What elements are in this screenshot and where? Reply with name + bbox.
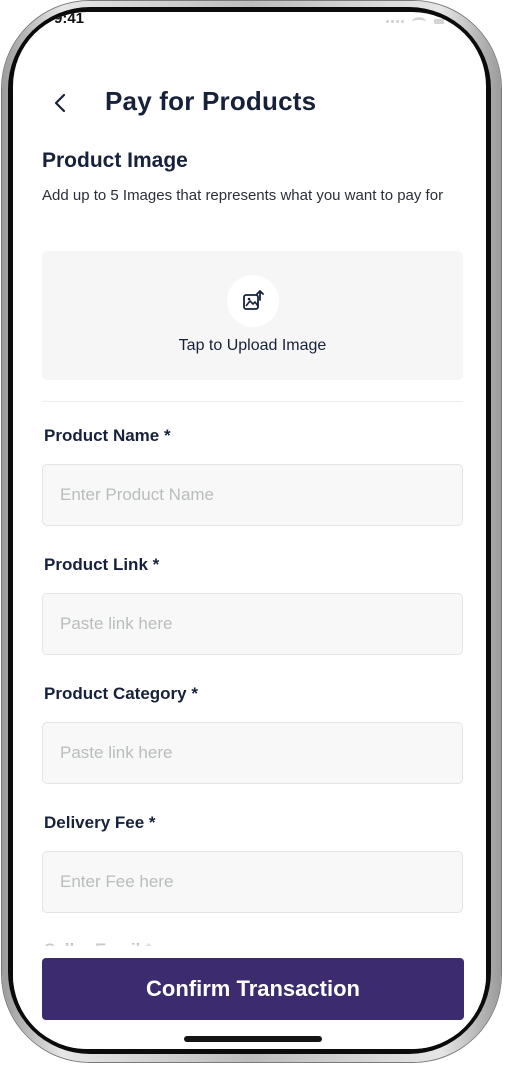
product-link-input[interactable] (42, 593, 463, 655)
status-icons (386, 17, 444, 26)
product-category-label: Product Category * (44, 684, 198, 703)
confirm-transaction-button[interactable]: Confirm Transaction (42, 958, 464, 1020)
home-indicator (184, 1036, 322, 1042)
back-arrow-icon[interactable] (49, 91, 73, 115)
product-image-title: Product Image (42, 149, 188, 172)
product-link-label: Product Link * (44, 555, 160, 574)
delivery-fee-input[interactable] (42, 851, 463, 913)
wifi-icon (412, 17, 426, 26)
upload-image-icon (227, 275, 279, 327)
product-name-label: Product Name * (44, 426, 171, 445)
status-time: 9:41 (54, 12, 85, 27)
delivery-fee-label: Delivery Fee * (44, 813, 156, 832)
page-title: Pay for Products (105, 86, 317, 116)
product-name-input[interactable] (42, 464, 463, 526)
product-image-description: Add up to 5 Images that represents what … (42, 187, 444, 204)
image-upload-area[interactable]: Tap to Upload Image (42, 251, 463, 380)
app-screen: 9:41 Pay for Products Product Image Add … (13, 12, 486, 1049)
upload-label: Tap to Upload Image (178, 337, 327, 354)
battery-icon (434, 19, 444, 24)
section-divider (42, 401, 463, 402)
signal-icon (386, 19, 404, 24)
product-category-input[interactable] (42, 722, 463, 784)
